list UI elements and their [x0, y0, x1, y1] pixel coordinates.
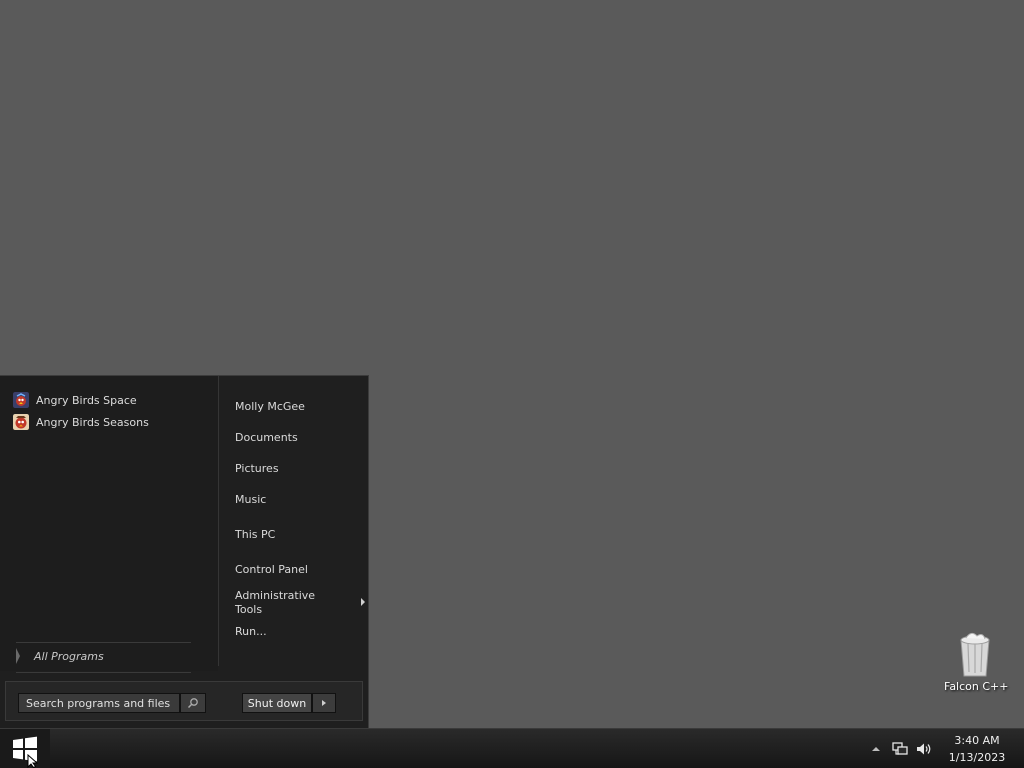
search-input[interactable]: Search programs and files	[18, 693, 180, 713]
recycle-bin-icon	[960, 632, 990, 677]
start-menu-left-pane: Angry Birds Space Angry Birds Seasons Al…	[0, 376, 218, 673]
shutdown-button[interactable]: Shut down	[242, 693, 312, 713]
network-icon[interactable]	[892, 741, 908, 756]
pinned-item-angry-birds-seasons[interactable]: Angry Birds Seasons	[13, 412, 149, 432]
start-menu: Angry Birds Space Angry Birds Seasons Al…	[0, 375, 369, 728]
angry-birds-seasons-icon	[13, 414, 29, 430]
taskbar: 3:40 AM 1/13/2023	[0, 728, 1024, 768]
start-menu-right-pane: Molly McGee Documents Pictures Music Thi…	[219, 376, 368, 671]
search-button[interactable]	[180, 693, 206, 713]
menu-item-run[interactable]: Run...	[235, 625, 355, 639]
menu-item-user-folder[interactable]: Molly McGee	[235, 400, 355, 414]
menu-item-label: Molly McGee	[235, 400, 305, 413]
mouse-cursor-icon	[27, 754, 39, 768]
divider	[16, 642, 191, 643]
pinned-item-label: Angry Birds Space	[36, 393, 137, 407]
menu-item-documents[interactable]: Documents	[235, 431, 355, 445]
volume-icon[interactable]	[916, 742, 932, 756]
menu-item-label: Pictures	[235, 462, 279, 475]
desktop-icon-label: Falcon C++	[944, 680, 1009, 693]
clock[interactable]: 3:40 AM 1/13/2023	[942, 732, 1012, 766]
start-menu-bottom-bar: Search programs and files Shut down	[5, 681, 363, 721]
start-button[interactable]	[0, 729, 50, 768]
search-placeholder: Search programs and files	[26, 696, 171, 710]
menu-item-administrative-tools[interactable]: Administrative Tools	[235, 589, 365, 617]
menu-item-pictures[interactable]: Pictures	[235, 462, 355, 476]
menu-item-this-pc[interactable]: This PC	[235, 528, 355, 542]
pinned-item-label: Angry Birds Seasons	[36, 415, 149, 429]
shutdown-label: Shut down	[247, 696, 307, 710]
menu-item-label: Administrative Tools	[235, 589, 316, 616]
clock-time: 3:40 AM	[954, 733, 1000, 747]
menu-item-label: Run...	[235, 625, 267, 638]
menu-item-label: Control Panel	[235, 563, 308, 576]
chevron-right-icon	[361, 598, 365, 606]
menu-item-control-panel[interactable]: Control Panel	[235, 563, 355, 577]
desktop-icon-falcon-cpp[interactable]: Falcon C++	[944, 630, 1009, 693]
shutdown-options-button[interactable]	[312, 693, 336, 713]
clock-date: 1/13/2023	[948, 750, 1006, 764]
chevron-right-icon	[322, 700, 326, 706]
system-tray: 3:40 AM 1/13/2023	[872, 729, 1024, 768]
pinned-item-angry-birds-space[interactable]: Angry Birds Space	[13, 390, 137, 410]
search-icon	[187, 698, 198, 709]
angry-birds-space-icon	[13, 392, 29, 408]
show-hidden-icons-icon[interactable]	[872, 746, 880, 751]
all-programs-label: All Programs	[34, 649, 104, 663]
menu-item-label: This PC	[235, 528, 276, 541]
menu-item-label: Documents	[235, 431, 298, 444]
menu-item-label: Music	[235, 493, 267, 506]
all-programs-button[interactable]: All Programs	[16, 646, 104, 666]
divider	[16, 672, 191, 673]
menu-item-music[interactable]: Music	[235, 493, 355, 507]
chevron-right-icon	[16, 648, 20, 664]
